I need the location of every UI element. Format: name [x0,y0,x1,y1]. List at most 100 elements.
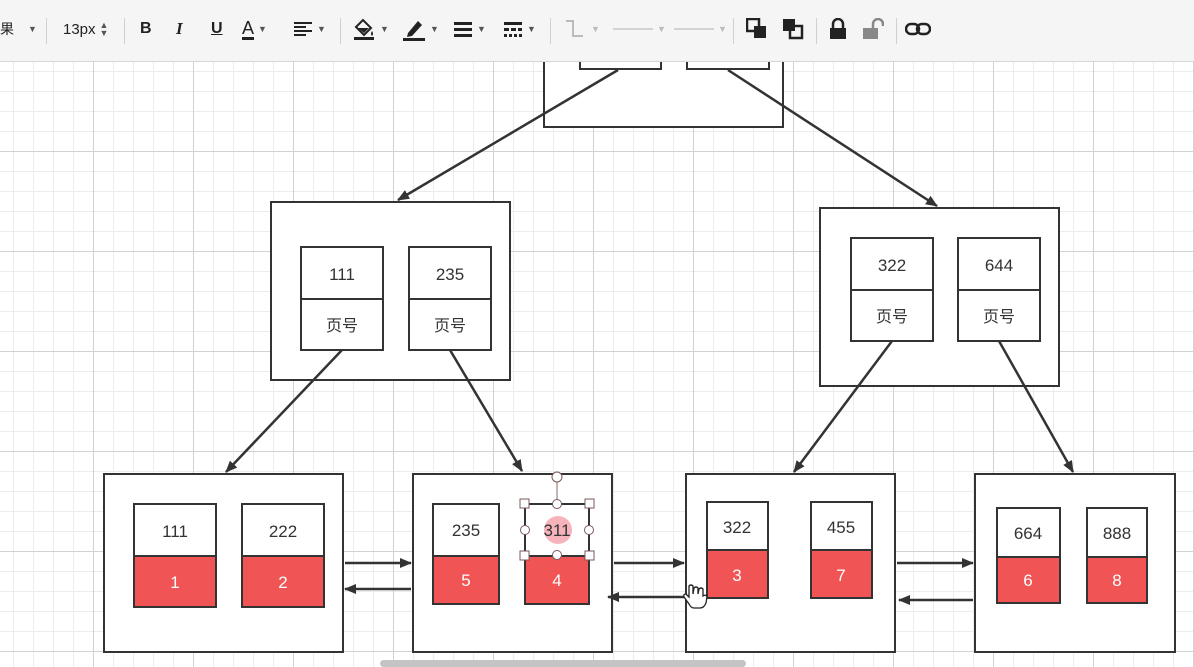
font-size-value: 13px [63,20,96,38]
connector-style-button[interactable]: ▼ [563,14,600,44]
font-family-value: 果 [0,22,14,38]
dash-style-button[interactable]: ▼ [503,14,536,44]
connector-style-icon [566,20,583,37]
chevron-down-icon: ▼ [380,24,389,34]
italic-button[interactable]: I [176,14,183,44]
index-node-right[interactable]: 322 页号 644 页号 [819,207,1060,387]
index-pointer-label: 页号 [434,316,466,335]
leaf-key-label: 322 [723,518,751,537]
line-end-icon [674,28,714,30]
resize-handle[interactable] [584,525,594,535]
fill-bucket-icon [354,18,374,40]
toolbar-divider [816,18,817,44]
leaf-key-label: 311 [543,521,570,540]
leaf-node[interactable]: 111 1 222 2 [103,473,344,653]
index-key-label: 235 [436,265,464,284]
arrow-root-left[interactable] [397,68,619,202]
index-pointer-label: 页号 [326,316,358,335]
diagram-canvas[interactable]: 111 页号 235 页号 322 页号 644 页号 111 1 222 2 … [0,62,1194,667]
resize-handle[interactable] [519,550,530,561]
index-pointer-label: 页号 [876,307,908,326]
dash-style-icon [504,22,522,37]
root-cell-right[interactable] [686,62,770,70]
leaf-key-label: 111 [162,522,188,541]
index-pointer-label: 页号 [983,307,1015,326]
chevron-down-icon: ▼ [258,24,267,34]
toolbar-divider [124,18,125,44]
arrow-root-right[interactable] [727,68,938,208]
leaf-node[interactable]: 664 6 888 8 [974,473,1176,653]
b-plus-tree-diagram: 111 页号 235 页号 322 页号 644 页号 111 1 222 2 … [103,62,1176,653]
chevron-down-icon: ▼ [430,24,439,34]
index-key-label: 111 [329,265,355,284]
index-node-left[interactable]: 111 页号 235 页号 [270,201,511,381]
chevron-down-icon: ▼ [317,24,326,34]
bold-label: B [140,20,152,37]
leaf-record-label: 2 [278,573,287,592]
resize-handle[interactable] [584,498,595,509]
line-color-button[interactable]: ▼ [402,14,439,44]
leaf-key-label: 888 [1103,524,1131,543]
toolbar: 果 ▼ 13px ▲ ▼ B I U A ▼ ▼ ▼ ▼ ▼ ▼ ▼ ▼ ▼ [0,0,1194,62]
rotate-handle[interactable] [551,471,563,483]
leaf-key-label: 222 [269,522,297,541]
leaf-key-label: 664 [1014,524,1042,543]
chevron-down-icon: ▼ [527,24,536,34]
bring-to-front-icon [746,18,766,38]
bold-button[interactable]: B [140,14,152,44]
leaf-record-label: 3 [732,566,741,585]
index-key-label: 644 [985,256,1013,275]
underline-label: U [211,20,223,37]
line-end-button[interactable]: ▼ [674,14,727,44]
resize-handle[interactable] [552,499,562,509]
font-family-dropdown[interactable]: 果 ▼ [0,14,37,44]
resize-handle[interactable] [519,498,530,509]
root-node[interactable] [543,62,784,128]
send-to-back-icon [783,19,804,40]
leaf-key-label: 455 [827,518,855,537]
line-start-button[interactable]: ▼ [613,14,666,44]
chevron-down-icon: ▼ [28,24,37,34]
leaf-record-label: 7 [836,566,845,585]
lock-button[interactable] [829,14,847,44]
font-size-stepper[interactable]: 13px ▲ ▼ [63,14,108,44]
align-button[interactable]: ▼ [293,14,326,44]
leaf-record-label: 5 [461,571,470,590]
resize-handle[interactable] [584,550,595,561]
italic-label: I [176,19,183,38]
toolbar-divider [46,18,47,44]
line-weight-button[interactable]: ▼ [453,14,486,44]
leaf-record-label: 1 [170,573,179,592]
link-button[interactable] [905,14,931,44]
line-weight-icon [454,22,472,37]
toolbar-divider [340,18,341,44]
link-icon [905,22,931,36]
unlock-icon [863,18,884,39]
chevron-down-icon: ▼ [477,24,486,34]
toolbar-divider [550,18,551,44]
pen-color-icon [403,21,425,41]
font-color-button[interactable]: A ▼ [242,14,267,44]
leaf-record-label: 4 [552,571,561,590]
toolbar-divider [733,18,734,44]
stepper-arrows-icon: ▲ ▼ [99,20,109,38]
unlock-button[interactable] [862,14,884,44]
resize-handle[interactable] [552,550,562,560]
leaf-record-label: 8 [1112,571,1121,590]
leaf-record-label: 6 [1023,571,1032,590]
bring-to-front-button[interactable] [746,14,768,44]
leaf-node[interactable]: 235 5 311 4 [412,471,613,653]
fill-color-button[interactable]: ▼ [352,14,389,44]
send-to-back-button[interactable] [782,14,804,44]
root-cell-left[interactable] [579,62,662,70]
chevron-down-icon: ▼ [657,24,666,34]
line-start-icon [613,28,653,30]
underline-button[interactable]: U [211,14,223,44]
resize-handle[interactable] [520,525,530,535]
leaf-node[interactable]: 322 3 455 7 [685,473,896,653]
horizontal-scrollbar[interactable] [380,660,746,667]
lock-icon [830,18,846,39]
chevron-down-icon: ▼ [591,24,600,34]
toolbar-divider [896,18,897,44]
leaf-key-label: 235 [452,521,480,540]
